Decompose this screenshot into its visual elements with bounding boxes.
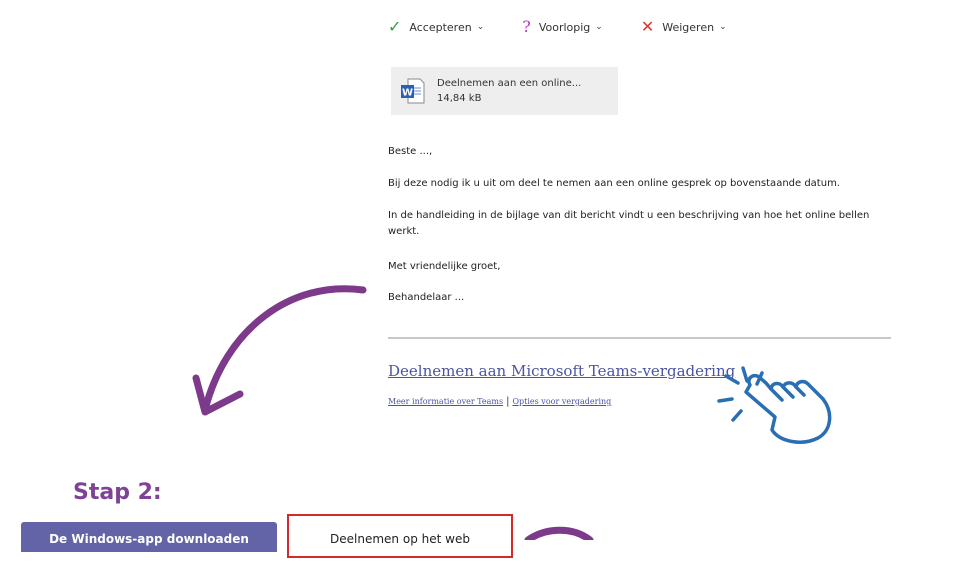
curved-arrow-fragment-icon xyxy=(524,526,594,540)
annotation-overlay xyxy=(192,285,832,540)
curved-arrow-icon xyxy=(192,285,367,416)
pointing-hand-icon xyxy=(717,366,832,444)
